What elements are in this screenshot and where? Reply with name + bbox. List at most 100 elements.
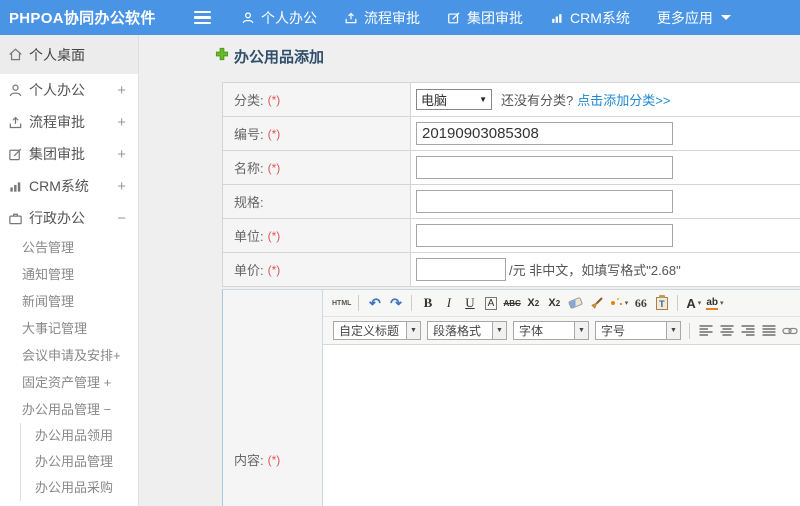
align-left-button[interactable] [697, 321, 714, 341]
expand-plus-icon[interactable]: + [117, 82, 126, 99]
chart-icon [550, 11, 564, 25]
unit-row: 单位: (*) [223, 219, 800, 253]
strikethrough-button[interactable]: ABC [503, 293, 520, 313]
html-source-button[interactable]: HTML [332, 293, 351, 313]
price-label: 单价: [234, 263, 264, 278]
link-button[interactable] [781, 321, 798, 341]
heading-style-combo[interactable]: 自定义标题 ▼ [333, 321, 421, 340]
field-input-cell: 电脑 ▼ 还没有分类? 点击添加分类>> [411, 83, 800, 116]
subscript-button[interactable]: X2 [546, 293, 563, 313]
sidebar-item-crm[interactable]: CRM系统 + [0, 170, 138, 202]
field-input-cell: /元 非中文，如填写格式"2.68" [411, 253, 800, 286]
toolbar-separator [358, 295, 360, 311]
font-box-button[interactable]: A [482, 293, 499, 313]
underline-button[interactable]: U [461, 293, 478, 313]
field-input-cell [411, 151, 800, 184]
align-center-button[interactable] [718, 321, 735, 341]
page-title-text: 办公用品添加 [234, 49, 325, 66]
price-format-hint: /元 非中文，如填写格式"2.68" [509, 263, 681, 278]
menu-icon[interactable] [194, 10, 211, 25]
nav-label: 集团审批 [467, 9, 523, 26]
sidebar-item-office-supplies-mgmt[interactable]: 办公用品管理 − [0, 396, 138, 423]
redo-button[interactable]: ↷ [387, 293, 404, 313]
top-bar: PHPOA协同办公软件 个人办公 流程审批 集团审批 CRM系统 更多应用 [0, 0, 800, 35]
sidebar-item-label: 集团审批 [29, 146, 85, 162]
sidebar-item-events-mgmt[interactable]: 大事记管理 [0, 315, 138, 342]
sidebar-item-personal-office[interactable]: 个人办公 + [0, 74, 138, 106]
category-row: 分类: (*) 电脑 ▼ 还没有分类? 点击添加分类>> [223, 83, 800, 117]
sidebar-item-supplies-purchase[interactable]: 办公用品采购 [21, 475, 138, 501]
sidebar-item-news-mgmt[interactable]: 新闻管理 [0, 288, 138, 315]
expand-plus-icon[interactable]: + [117, 146, 126, 163]
align-right-button[interactable] [739, 321, 756, 341]
nav-more-apps[interactable]: 更多应用 [657, 8, 731, 28]
nav-workflow-approval[interactable]: 流程审批 [344, 8, 420, 28]
required-marker: (*) [267, 452, 281, 467]
code-label: 编号: [234, 127, 264, 142]
toolbar-separator [677, 295, 679, 311]
home-icon [8, 47, 23, 62]
code-input[interactable] [416, 122, 673, 145]
justify-button[interactable] [760, 321, 777, 341]
category-select[interactable]: 电脑 ▼ [416, 89, 492, 110]
sidebar-item-label: 行政办公 [29, 210, 85, 226]
caret-down-icon [720, 15, 731, 20]
sidebar-item-notice-mgmt[interactable]: 通知管理 [0, 261, 138, 288]
dropdown-arrow-icon: ▾ [624, 300, 629, 307]
nav-group-approval[interactable]: 集团审批 [447, 8, 523, 28]
highlight-color-button[interactable]: ab ▾ [706, 293, 724, 313]
paragraph-format-combo[interactable]: 段落格式 ▼ [427, 321, 507, 340]
nav-label: CRM系统 [570, 9, 630, 26]
align-right-icon [741, 324, 754, 336]
font-family-combo[interactable]: 字体 ▼ [513, 321, 589, 340]
sidebar-item-workflow-approval[interactable]: 流程审批 + [0, 106, 138, 138]
person-icon [241, 11, 255, 25]
sidebar-item-label: 个人办公 [29, 82, 85, 98]
format-brush-button[interactable] [588, 293, 605, 313]
field-label: 规格: [223, 185, 411, 218]
category-selected-value: 电脑 [421, 93, 448, 108]
sidebar-item-supplies-manage[interactable]: 办公用品管理 [21, 449, 138, 475]
bold-button[interactable]: B [419, 293, 436, 313]
price-input[interactable] [416, 258, 506, 281]
sidebar-item-fixed-assets-mgmt[interactable]: 固定资产管理 + [0, 369, 138, 396]
add-category-link[interactable]: 点击添加分类>> [577, 90, 670, 109]
unit-input[interactable] [416, 224, 673, 247]
required-marker: (*) [267, 228, 281, 243]
italic-button[interactable]: I [440, 293, 457, 313]
remove-format-button[interactable] [567, 293, 584, 313]
supplies-add-form: 分类: (*) 电脑 ▼ 还没有分类? 点击添加分类>> 编号: (*) 名称:… [222, 82, 800, 287]
expand-plus-icon[interactable]: + [117, 114, 126, 131]
nav-crm[interactable]: CRM系统 [550, 8, 630, 28]
code-row: 编号: (*) [223, 117, 800, 151]
paste-text-button[interactable]: T [653, 293, 670, 313]
spec-input[interactable] [416, 190, 673, 213]
undo-button[interactable]: ↶ [366, 293, 383, 313]
eraser-icon [567, 296, 583, 310]
nav-label: 个人办公 [261, 9, 317, 26]
expand-plus-icon[interactable]: + [117, 178, 126, 195]
name-row: 名称: (*) [223, 151, 800, 185]
editor-body[interactable] [323, 345, 800, 506]
sidebar-item-meeting-mgmt[interactable]: 会议申请及安排+ [0, 342, 138, 369]
blockquote-button[interactable]: 66 [632, 293, 649, 313]
font-size-combo[interactable]: 字号 ▼ [595, 321, 681, 340]
select-arrow-icon: ▼ [479, 95, 487, 104]
briefcase-icon [8, 211, 23, 226]
align-left-icon [699, 324, 712, 336]
sidebar-item-supplies-claim[interactable]: 办公用品领用 [21, 423, 138, 449]
toolbar-separator [411, 295, 413, 311]
field-label: 内容: (*) [223, 290, 323, 506]
sidebar-item-group-approval[interactable]: 集团审批 + [0, 138, 138, 170]
sidebar-item-announcement-mgmt[interactable]: 公告管理 [0, 234, 138, 261]
sidebar-admin-submenu: 公告管理 通知管理 新闻管理 大事记管理 会议申请及安排+ 固定资产管理 + 办… [0, 234, 138, 423]
sidebar-item-desktop[interactable]: 个人桌面 [0, 35, 138, 74]
collapse-minus-icon[interactable]: − [117, 210, 126, 227]
name-input[interactable] [416, 156, 673, 179]
superscript-button[interactable]: X2 [525, 293, 542, 313]
edit-icon [8, 147, 23, 162]
sidebar-item-admin-office[interactable]: 行政办公 − [0, 202, 138, 234]
auto-typeset-button[interactable]: ▾ [609, 293, 629, 313]
nav-personal-office[interactable]: 个人办公 [241, 8, 317, 28]
font-color-button[interactable]: A ▾ [685, 293, 702, 313]
